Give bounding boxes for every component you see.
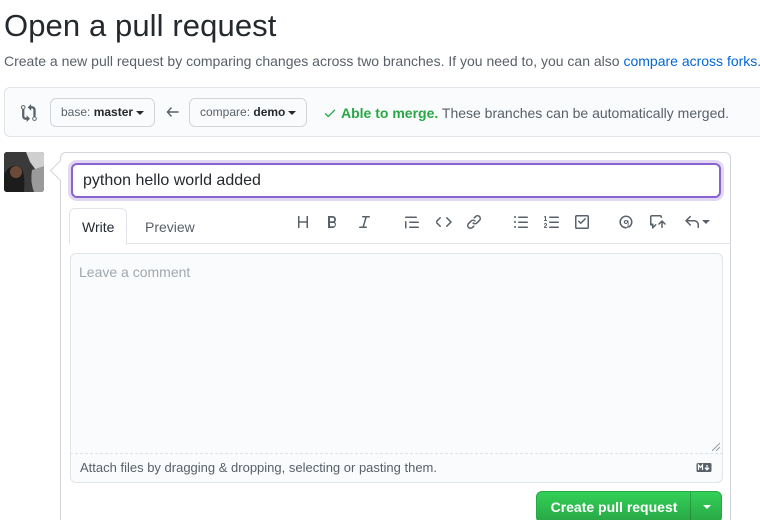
resize-handle-icon[interactable] bbox=[712, 443, 720, 451]
base-branch-name: master bbox=[93, 105, 134, 119]
reference-icon[interactable] bbox=[649, 213, 667, 231]
attach-files-text: Attach files by dragging & dropping, sel… bbox=[80, 460, 437, 475]
create-pull-request-button[interactable]: Create pull request bbox=[536, 491, 722, 520]
code-icon[interactable] bbox=[435, 213, 453, 231]
heading-icon[interactable] bbox=[294, 213, 312, 231]
pull-request-form: Write Preview Attach files by d bbox=[60, 152, 731, 520]
italic-icon[interactable] bbox=[355, 213, 373, 231]
compare-branch-name: demo bbox=[253, 105, 286, 119]
markdown-icon[interactable] bbox=[696, 462, 712, 473]
avatar-image bbox=[4, 152, 44, 192]
arrow-left-icon bbox=[166, 107, 179, 117]
chevron-down-icon bbox=[288, 110, 297, 115]
create-options-dropdown[interactable] bbox=[691, 492, 722, 520]
ordered-list-icon[interactable] bbox=[543, 213, 561, 231]
task-list-icon[interactable] bbox=[573, 213, 591, 231]
chevron-down-icon bbox=[702, 505, 711, 509]
chevron-down-icon bbox=[136, 110, 145, 115]
avatar[interactable] bbox=[4, 152, 44, 192]
compare-branch-button[interactable]: compare: demo bbox=[189, 98, 308, 127]
branch-range-bar: base: master compare: demo Able to merge… bbox=[4, 87, 760, 137]
base-label: base: bbox=[61, 105, 94, 119]
quote-icon[interactable] bbox=[403, 213, 421, 231]
compare-label: compare: bbox=[200, 105, 254, 119]
merge-status-ok: Able to merge. bbox=[341, 105, 439, 121]
chevron-down-icon bbox=[702, 220, 710, 224]
pr-title-input[interactable] bbox=[71, 163, 721, 198]
bold-icon[interactable] bbox=[323, 213, 341, 231]
mention-icon[interactable] bbox=[617, 213, 635, 231]
unordered-list-icon[interactable] bbox=[512, 213, 530, 231]
attach-files-bar[interactable]: Attach files by dragging & dropping, sel… bbox=[70, 453, 723, 483]
subtitle-text: Create a new pull request by comparing c… bbox=[4, 53, 624, 69]
check-icon bbox=[324, 109, 336, 118]
link-icon[interactable] bbox=[465, 213, 483, 231]
page-title: Open a pull request bbox=[4, 8, 277, 43]
merge-status: Able to merge. These branches can be aut… bbox=[323, 105, 729, 121]
git-compare-icon bbox=[21, 104, 37, 122]
page-subtitle: Create a new pull request by comparing c… bbox=[4, 53, 760, 69]
reply-icon[interactable] bbox=[682, 213, 712, 231]
tab-write[interactable]: Write bbox=[69, 208, 128, 245]
comment-textarea[interactable] bbox=[71, 254, 722, 453]
comment-area bbox=[70, 253, 723, 453]
base-branch-button[interactable]: base: master bbox=[50, 98, 156, 127]
create-pull-request-label: Create pull request bbox=[550, 499, 678, 515]
merge-status-detail: These branches can be automatically merg… bbox=[438, 105, 730, 121]
compare-forks-link[interactable]: compare across forks bbox=[623, 53, 757, 69]
tab-preview[interactable]: Preview bbox=[132, 208, 208, 244]
